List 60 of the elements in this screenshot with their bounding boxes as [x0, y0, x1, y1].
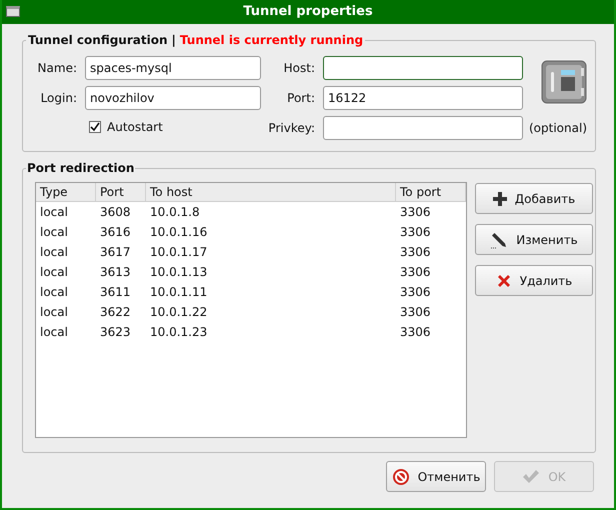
input-field[interactable]: 16122: [323, 86, 523, 110]
table-cell-text: 3306: [399, 244, 432, 261]
cross-icon: [496, 272, 512, 288]
table-cell-text: 10.0.1.11: [149, 284, 208, 301]
table-cell-text: 10.0.1.17: [149, 244, 208, 261]
column-header[interactable]: Type: [36, 183, 96, 201]
table-cell-text: local: [39, 264, 69, 281]
column-header[interactable]: Port: [96, 183, 146, 201]
input-field[interactable]: novozhilov: [85, 86, 261, 110]
edit-button[interactable]: Изменить: [475, 224, 593, 255]
input-field[interactable]: [323, 56, 523, 80]
table-cell-text: local: [39, 224, 69, 241]
table-cell-text: local: [39, 284, 69, 301]
safe-icon: [541, 60, 587, 104]
table-cell-text: 3616: [99, 224, 132, 241]
table-cell-text: 3306: [399, 264, 432, 281]
table-cell-text: 3306: [399, 224, 432, 241]
forbidden-icon: [392, 468, 410, 486]
status-text: Tunnel is currently running: [180, 32, 364, 48]
table-cell-text: 10.0.1.22: [149, 304, 208, 321]
table-cell-text: local: [39, 304, 69, 321]
field-label: Login:: [40, 90, 77, 107]
table-cell-text: 3608: [99, 204, 132, 221]
delete-button[interactable]: Удалить: [475, 265, 593, 296]
hint-text: (optional): [529, 120, 587, 137]
field-label: Host:: [282, 60, 315, 77]
window-title: Tunnel properties: [243, 3, 373, 22]
table-cell-text: 10.0.1.23: [149, 324, 208, 341]
group-title: Tunnel configuration: [28, 32, 168, 48]
table-cell-text: 3623: [99, 324, 132, 341]
checkbox[interactable]: [89, 121, 101, 133]
pencil-icon: [490, 230, 508, 248]
checkbox-label: Autostart: [107, 119, 163, 136]
window-menu-icon[interactable]: [6, 6, 20, 17]
separator-text: |: [172, 32, 176, 48]
field-label: Name:: [36, 60, 77, 77]
column-header[interactable]: To host: [146, 183, 396, 201]
table-cell-text: 3306: [399, 304, 432, 321]
table-cell-text: 3613: [99, 264, 132, 281]
table-cell-text: 3622: [99, 304, 132, 321]
input-field[interactable]: spaces-mysql: [85, 56, 261, 80]
plus-icon: [492, 192, 507, 206]
table-cell-text: 10.0.1.13: [149, 264, 208, 281]
field-label: Port:: [286, 90, 315, 107]
add-button[interactable]: Добавить: [475, 183, 593, 214]
table-cell-text: 3306: [399, 204, 432, 221]
table-cell-text: local: [39, 324, 69, 341]
table-cell-text: 3617: [99, 244, 132, 261]
checkmark-icon: [522, 468, 540, 484]
field-label: Privkey:: [267, 120, 315, 137]
cancel-button[interactable]: Отменить: [386, 461, 486, 492]
table-cell-text: 3306: [399, 284, 432, 301]
table-cell-text: 10.0.1.8: [149, 204, 201, 221]
column-header[interactable]: To port: [396, 183, 466, 201]
table-cell-text: local: [39, 244, 69, 261]
table-cell-text: 10.0.1.16: [149, 224, 208, 241]
table-cell-text: 3306: [399, 324, 432, 341]
input-field[interactable]: [323, 116, 523, 140]
table-cell-text: 3611: [99, 284, 132, 301]
table-cell-text: local: [39, 204, 69, 221]
